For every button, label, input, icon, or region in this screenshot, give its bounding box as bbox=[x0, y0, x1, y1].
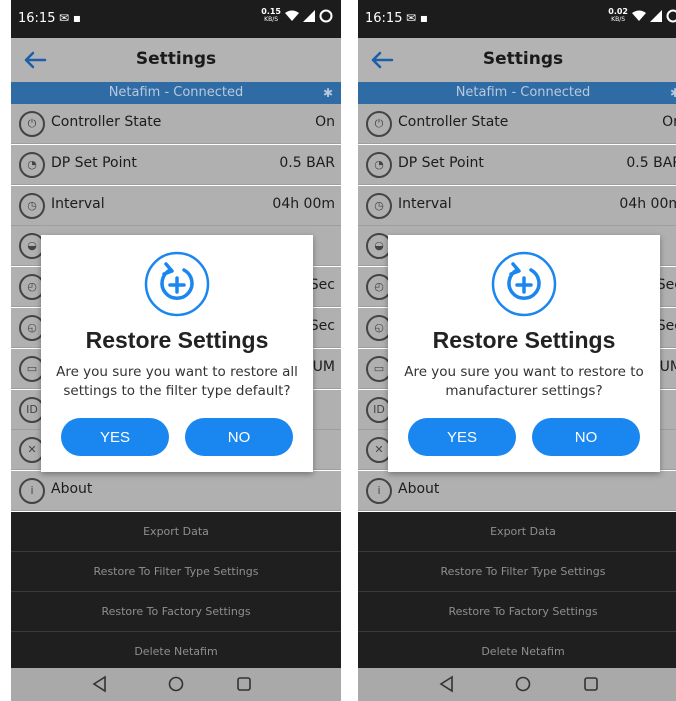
restore-settings-dialog: Restore Settings Are you sure you want t… bbox=[388, 235, 660, 472]
settings-row-value: Sec bbox=[309, 318, 335, 334]
signal-icon bbox=[303, 10, 315, 22]
network-speed-unit: KB/S bbox=[264, 16, 279, 23]
settings-row-value: On bbox=[315, 114, 335, 130]
menu-item[interactable]: Restore To Filter Type Settings bbox=[11, 552, 341, 592]
action-menu: Export Data Restore To Filter Type Settin… bbox=[358, 512, 676, 672]
settings-row-label: Controller State bbox=[398, 114, 509, 130]
nav-home-icon[interactable] bbox=[167, 675, 185, 693]
menu-item[interactable]: Export Data bbox=[358, 512, 676, 552]
settings-row-value: UM bbox=[659, 358, 676, 375]
bluetooth-icon: ✱ bbox=[322, 86, 333, 100]
no-button[interactable]: NO bbox=[532, 418, 640, 456]
bluetooth-icon: ✱ bbox=[669, 86, 676, 100]
menu-item[interactable]: Restore To Factory Settings bbox=[358, 592, 676, 632]
wifi-icon bbox=[285, 10, 299, 21]
settings-row[interactable]: ⏻ Controller State On bbox=[11, 104, 341, 144]
power-icon: ⏻ bbox=[366, 111, 392, 137]
settings-row[interactable]: ◷ Interval 04h 00m bbox=[11, 185, 341, 226]
settings-row[interactable]: ◔ DP Set Point 0.5 BAR bbox=[11, 144, 341, 185]
screen-factory-restore: 16:15 ✉ ▪ 0.02 KB/S Settings Netafim - C… bbox=[358, 0, 676, 701]
status-time: 16:15 bbox=[18, 11, 56, 26]
settings-row-label: DP Set Point bbox=[51, 154, 137, 171]
restore-icon bbox=[491, 251, 557, 317]
connection-status-bar: Netafim - Connected ✱ bbox=[358, 82, 676, 104]
no-button[interactable]: NO bbox=[185, 418, 293, 456]
settings-row-value: Sec bbox=[309, 277, 335, 294]
connection-status-bar: Netafim - Connected ✱ bbox=[11, 82, 341, 104]
wifi-icon bbox=[632, 10, 646, 21]
dialog-title: Restore Settings bbox=[85, 327, 269, 353]
screen-filter-type-restore: 16:15 ✉ ▪ 0.15 KB/S Settings Netafim - C… bbox=[11, 0, 341, 701]
clock-icon: ◷ bbox=[366, 192, 392, 219]
settings-row[interactable]: ⏻ Controller State On bbox=[358, 104, 676, 144]
menu-item[interactable]: Delete Netafim bbox=[11, 632, 341, 672]
top-app-bar: Settings bbox=[358, 38, 676, 82]
settings-row-value: 04h 00m bbox=[619, 195, 676, 212]
clock-icon: ◷ bbox=[19, 192, 45, 219]
signal-icon bbox=[650, 10, 662, 22]
page-title: Settings bbox=[482, 49, 564, 69]
yes-button[interactable]: YES bbox=[61, 418, 169, 456]
settings-row-label: About bbox=[51, 481, 93, 498]
battery-icon bbox=[666, 9, 676, 23]
gauge-icon: ◔ bbox=[366, 151, 392, 178]
gauge-icon: ◔ bbox=[19, 151, 45, 178]
menu-item[interactable]: Restore To Filter Type Settings bbox=[358, 552, 676, 592]
nav-recents-icon[interactable] bbox=[235, 675, 253, 693]
system-navigation-bar bbox=[358, 668, 676, 701]
dialog-message: Are you sure you want to restore all set… bbox=[56, 364, 298, 399]
notification-icons: ✉ ▪ bbox=[59, 11, 82, 25]
settings-row-label: Interval bbox=[398, 195, 452, 212]
menu-item[interactable]: Delete Netafim bbox=[358, 632, 676, 672]
dialog-title: Restore Settings bbox=[432, 327, 616, 353]
status-time: 16:15 bbox=[365, 11, 403, 26]
power-icon: ⏻ bbox=[19, 111, 45, 137]
restore-settings-dialog: Restore Settings Are you sure you want t… bbox=[41, 235, 313, 472]
status-right: 0.15 KB/S bbox=[261, 8, 333, 24]
nav-home-icon[interactable] bbox=[514, 675, 532, 693]
status-bar: 16:15 ✉ ▪ 0.15 KB/S bbox=[11, 0, 341, 38]
battery-icon bbox=[319, 9, 333, 23]
network-speed-unit: KB/S bbox=[611, 16, 626, 23]
settings-row-label: About bbox=[398, 481, 440, 498]
status-bar: 16:15 ✉ ▪ 0.02 KB/S bbox=[358, 0, 676, 38]
menu-item[interactable]: Restore To Factory Settings bbox=[11, 592, 341, 632]
connection-status-text: Netafim - Connected bbox=[455, 85, 591, 100]
settings-row-value: 04h 00m bbox=[272, 195, 335, 212]
info-icon: i bbox=[366, 478, 392, 505]
restore-icon bbox=[144, 251, 210, 317]
top-app-bar: Settings bbox=[11, 38, 341, 82]
settings-row-label: DP Set Point bbox=[398, 154, 484, 171]
nav-recents-icon[interactable] bbox=[582, 675, 600, 693]
settings-row[interactable]: i About bbox=[11, 471, 341, 512]
notification-icons: ✉ ▪ bbox=[406, 11, 429, 25]
settings-row[interactable]: i About bbox=[358, 471, 676, 512]
page-title: Settings bbox=[135, 49, 217, 69]
network-speed: 0.15 KB/S bbox=[261, 8, 281, 24]
settings-row-value: 0.5 BAR bbox=[279, 154, 335, 171]
settings-row-value: UM bbox=[312, 358, 335, 375]
settings-row-label: Controller State bbox=[51, 114, 162, 130]
nav-back-icon[interactable] bbox=[438, 675, 456, 693]
settings-row[interactable]: ◷ Interval 04h 00m bbox=[358, 185, 676, 226]
menu-item[interactable]: Export Data bbox=[11, 512, 341, 552]
status-right: 0.02 KB/S bbox=[608, 8, 676, 24]
dialog-message: Are you sure you want to restore to manu… bbox=[404, 364, 644, 399]
nav-back-icon[interactable] bbox=[91, 675, 109, 693]
settings-row-label: Interval bbox=[51, 195, 105, 212]
network-speed-value: 0.02 bbox=[608, 7, 628, 16]
settings-row[interactable]: ◔ DP Set Point 0.5 BAR bbox=[358, 144, 676, 185]
settings-row-value: On bbox=[662, 114, 676, 130]
network-speed-value: 0.15 bbox=[261, 7, 281, 16]
info-icon: i bbox=[19, 478, 45, 505]
action-menu: Export Data Restore To Filter Type Settin… bbox=[11, 512, 341, 672]
system-navigation-bar bbox=[11, 668, 341, 701]
network-speed: 0.02 KB/S bbox=[608, 8, 628, 24]
yes-button[interactable]: YES bbox=[408, 418, 516, 456]
connection-status-text: Netafim - Connected bbox=[108, 85, 244, 100]
settings-row-value: 0.5 BAR bbox=[626, 154, 676, 171]
